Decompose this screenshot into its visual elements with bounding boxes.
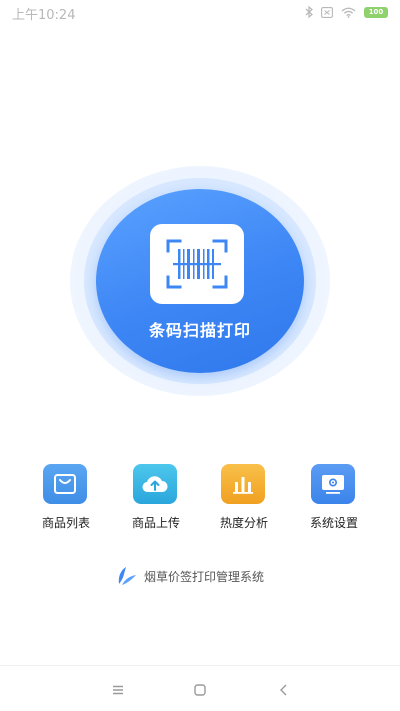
feature-label: 热度分析	[219, 516, 268, 530]
barcode-scan-tile	[150, 224, 244, 304]
status-bar: 上午10:24 100	[0, 0, 400, 24]
leaf-logo-icon	[118, 567, 136, 585]
bar-chart-icon	[221, 464, 265, 504]
bluetooth-icon	[305, 6, 313, 18]
app-screen: 上午10:24 100 条码扫描打印 商品列表 商品上传 热度分析 系统设置 烟…	[0, 0, 400, 711]
battery-level: 100	[368, 7, 384, 16]
scan-print-button[interactable]: 条码扫描打印	[96, 189, 304, 373]
shopping-bag-icon	[43, 464, 87, 504]
status-icons: 100	[305, 5, 388, 19]
navigation-bar	[0, 665, 400, 711]
wifi-icon	[341, 7, 356, 18]
cloud-upload-icon	[133, 464, 177, 504]
back-icon[interactable]	[269, 678, 299, 702]
status-time: 上午10:24	[12, 8, 76, 23]
monitor-settings-icon	[311, 464, 355, 504]
feature-label: 商品列表	[41, 516, 90, 530]
battery-icon: 100	[364, 6, 388, 18]
barcode-scan-icon	[166, 239, 228, 289]
home-icon[interactable]	[185, 678, 215, 702]
feature-label: 系统设置	[309, 516, 358, 530]
brand-footer: 烟草价签打印管理系统	[116, 565, 264, 587]
brand-text: 烟草价签打印管理系统	[144, 569, 265, 584]
sim-icon	[321, 6, 333, 18]
menu-icon[interactable]	[103, 678, 133, 702]
feature-label: 商品上传	[131, 516, 180, 530]
scan-print-label: 条码扫描打印	[148, 321, 251, 340]
